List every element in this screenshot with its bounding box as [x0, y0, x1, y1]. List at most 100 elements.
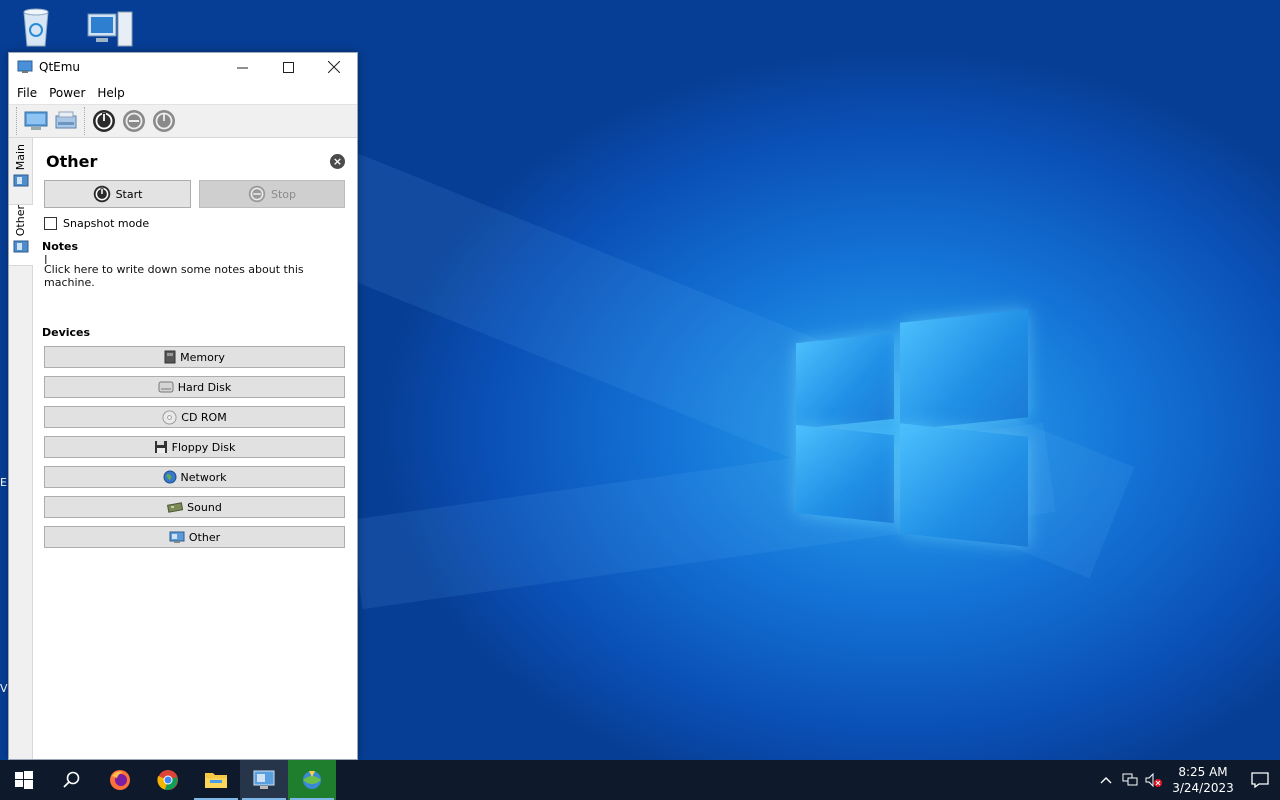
- tab-other-label: Other: [14, 205, 27, 237]
- memory-button[interactable]: Memory: [44, 346, 345, 368]
- window-title: QtEmu: [39, 60, 81, 74]
- cd-rom-label: CD ROM: [181, 410, 227, 424]
- qtemu-app-icon: [17, 60, 33, 73]
- start-label: Start: [115, 187, 143, 201]
- action-center-button[interactable]: [1240, 760, 1280, 800]
- vm-screen-icon: [13, 240, 29, 253]
- chrome-taskbar-button[interactable]: [144, 760, 192, 800]
- close-icon: ×: [332, 155, 343, 168]
- tab-main[interactable]: Main: [9, 144, 33, 200]
- file-explorer-taskbar-button[interactable]: [192, 760, 240, 800]
- hard-disk-icon: [158, 381, 174, 393]
- open-machine-icon: [55, 111, 77, 129]
- floppy-disk-button[interactable]: Floppy Disk: [44, 436, 345, 458]
- open-machine-button[interactable]: [51, 106, 81, 136]
- close-button[interactable]: [311, 53, 357, 81]
- qtemu-taskbar-button[interactable]: [240, 760, 288, 800]
- shutdown-button[interactable]: [119, 106, 149, 136]
- start-button[interactable]: [0, 760, 48, 800]
- memory-label: Memory: [180, 350, 225, 364]
- this-pc-icon[interactable]: [86, 8, 136, 50]
- sound-card-icon: [167, 502, 184, 513]
- new-machine-button[interactable]: [21, 106, 51, 136]
- toolbar: [9, 104, 357, 138]
- start-icon: [15, 771, 33, 789]
- menu-bar: File Power Help: [9, 82, 357, 104]
- windows-logo: [796, 308, 1028, 548]
- logo-pane: [900, 309, 1028, 431]
- power-on-button[interactable]: [89, 106, 119, 136]
- sound-label: Sound: [187, 500, 222, 514]
- maximize-icon: [282, 61, 294, 73]
- reset-button[interactable]: [149, 106, 179, 136]
- network-label: Network: [180, 470, 227, 484]
- volume-muted-icon: [1145, 773, 1162, 787]
- tab-main-label: Main: [14, 144, 27, 171]
- download-manager-taskbar-button[interactable]: [288, 760, 336, 800]
- snapshot-mode-label: Snapshot mode: [63, 217, 150, 230]
- other-device-label: Other: [188, 530, 221, 544]
- file-explorer-icon: [205, 773, 227, 788]
- chevron-up-icon: [1100, 777, 1112, 784]
- network-button[interactable]: Network: [44, 466, 345, 488]
- snapshot-mode-checkbox[interactable]: [44, 217, 57, 230]
- close-tab-button[interactable]: ×: [330, 154, 345, 169]
- notes-field[interactable]: Click here to write down some notes abou…: [44, 263, 345, 289]
- title-bar[interactable]: QtEmu: [9, 53, 357, 81]
- hard-disk-label: Hard Disk: [177, 380, 232, 394]
- page-title: Other: [46, 152, 98, 171]
- stop-circle-icon: [248, 185, 266, 203]
- cd-rom-button[interactable]: CD ROM: [44, 406, 345, 428]
- network-tray-button[interactable]: [1118, 760, 1142, 800]
- text-cursor-icon: I: [44, 253, 48, 267]
- desktop-edge-label: E: [0, 476, 7, 489]
- search-icon: [63, 771, 80, 788]
- stop-circle-icon: [123, 110, 145, 132]
- main-area: Main Other Other × Start Stop Snapshot m…: [9, 138, 357, 759]
- menu-power[interactable]: Power: [43, 82, 91, 104]
- memory-icon: [164, 350, 176, 364]
- download-manager-icon: [303, 771, 321, 789]
- toolbar-separator: [84, 107, 86, 135]
- hard-disk-button[interactable]: Hard Disk: [44, 376, 345, 398]
- minimize-button[interactable]: [219, 53, 265, 81]
- clock-time: 8:25 AM: [1178, 765, 1228, 779]
- volume-tray-button[interactable]: [1142, 760, 1166, 800]
- notes-heading: Notes: [42, 240, 79, 253]
- search-button[interactable]: [48, 760, 96, 800]
- cd-rom-icon: [162, 409, 177, 425]
- show-hidden-icons-button[interactable]: [1094, 760, 1118, 800]
- notification-icon: [1251, 772, 1269, 788]
- recycle-bin-icon[interactable]: [14, 6, 64, 48]
- tab-other[interactable]: Other: [9, 204, 33, 266]
- firefox-icon: [110, 770, 130, 790]
- stop-button[interactable]: Stop: [199, 180, 345, 208]
- stop-label: Stop: [270, 187, 296, 201]
- network-globe-icon: [163, 470, 177, 484]
- logo-pane: [796, 424, 894, 524]
- qtemu-icon: [253, 770, 275, 789]
- reset-icon: [153, 110, 175, 132]
- snapshot-mode-row[interactable]: Snapshot mode: [44, 217, 149, 230]
- desktop-edge-label: V: [0, 682, 8, 695]
- toolbar-grip: [16, 107, 18, 135]
- start-button[interactable]: Start: [44, 180, 191, 208]
- qtemu-window: QtEmu File Power Help Main Other Other ×…: [8, 52, 358, 760]
- network-icon: [1122, 773, 1138, 786]
- floppy-disk-label: Floppy Disk: [171, 440, 236, 454]
- other-device-button[interactable]: Other: [44, 526, 345, 548]
- power-icon: [93, 185, 110, 203]
- menu-file[interactable]: File: [11, 82, 43, 104]
- close-icon: [328, 61, 340, 73]
- menu-help[interactable]: Help: [91, 82, 130, 104]
- taskbar-clock[interactable]: 8:25 AM 3/24/2023: [1172, 764, 1234, 796]
- other-device-icon: [169, 531, 185, 543]
- clock-date: 3/24/2023: [1172, 781, 1234, 795]
- taskbar: 8:25 AM 3/24/2023: [0, 760, 1280, 800]
- system-tray: 8:25 AM 3/24/2023: [1094, 760, 1280, 800]
- devices-heading: Devices: [42, 326, 91, 339]
- chrome-icon: [157, 770, 178, 790]
- maximize-button[interactable]: [265, 53, 311, 81]
- firefox-taskbar-button[interactable]: [96, 760, 144, 800]
- sound-button[interactable]: Sound: [44, 496, 345, 518]
